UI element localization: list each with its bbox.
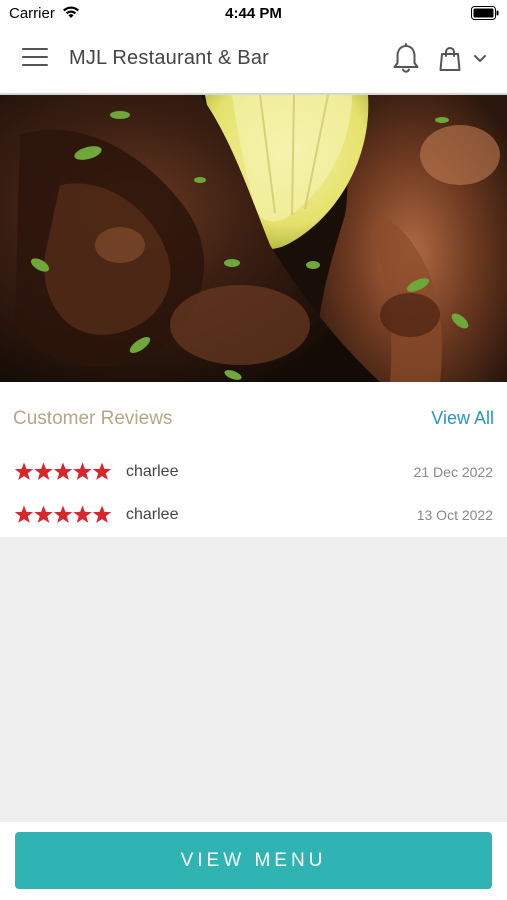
food-photo <box>0 95 507 382</box>
chevron-down-icon[interactable] <box>472 53 488 65</box>
hero-food-image <box>0 95 507 382</box>
status-bar: Carrier 4:44 PM <box>0 0 507 26</box>
review-date: 21 Dec 2022 <box>413 464 493 480</box>
battery-icon <box>471 6 499 20</box>
five-star-rating-icon <box>14 462 112 480</box>
customer-reviews-section: Customer Reviews View All charlee 21 Dec… <box>0 382 507 537</box>
restaurant-title: MJL Restaurant & Bar <box>69 47 270 69</box>
reviewer-name: charlee <box>126 463 179 480</box>
five-star-rating-icon <box>14 505 112 523</box>
reviews-heading: Customer Reviews <box>13 408 173 429</box>
review-item: charlee 21 Dec 2022 <box>0 462 507 492</box>
review-item: charlee 13 Oct 2022 <box>0 505 507 535</box>
review-date: 13 Oct 2022 <box>416 507 493 523</box>
view-all-link[interactable]: View All <box>431 408 494 429</box>
footer-bar: VIEW MENU <box>0 822 507 900</box>
bell-icon[interactable] <box>392 43 420 75</box>
view-menu-button[interactable]: VIEW MENU <box>15 832 492 889</box>
app-header: MJL Restaurant & Bar <box>0 26 507 95</box>
reviewer-name: charlee <box>126 506 179 523</box>
clock-label: 4:44 PM <box>225 5 282 22</box>
menu-icon[interactable] <box>22 48 48 70</box>
shopping-bag-icon[interactable] <box>438 46 462 72</box>
